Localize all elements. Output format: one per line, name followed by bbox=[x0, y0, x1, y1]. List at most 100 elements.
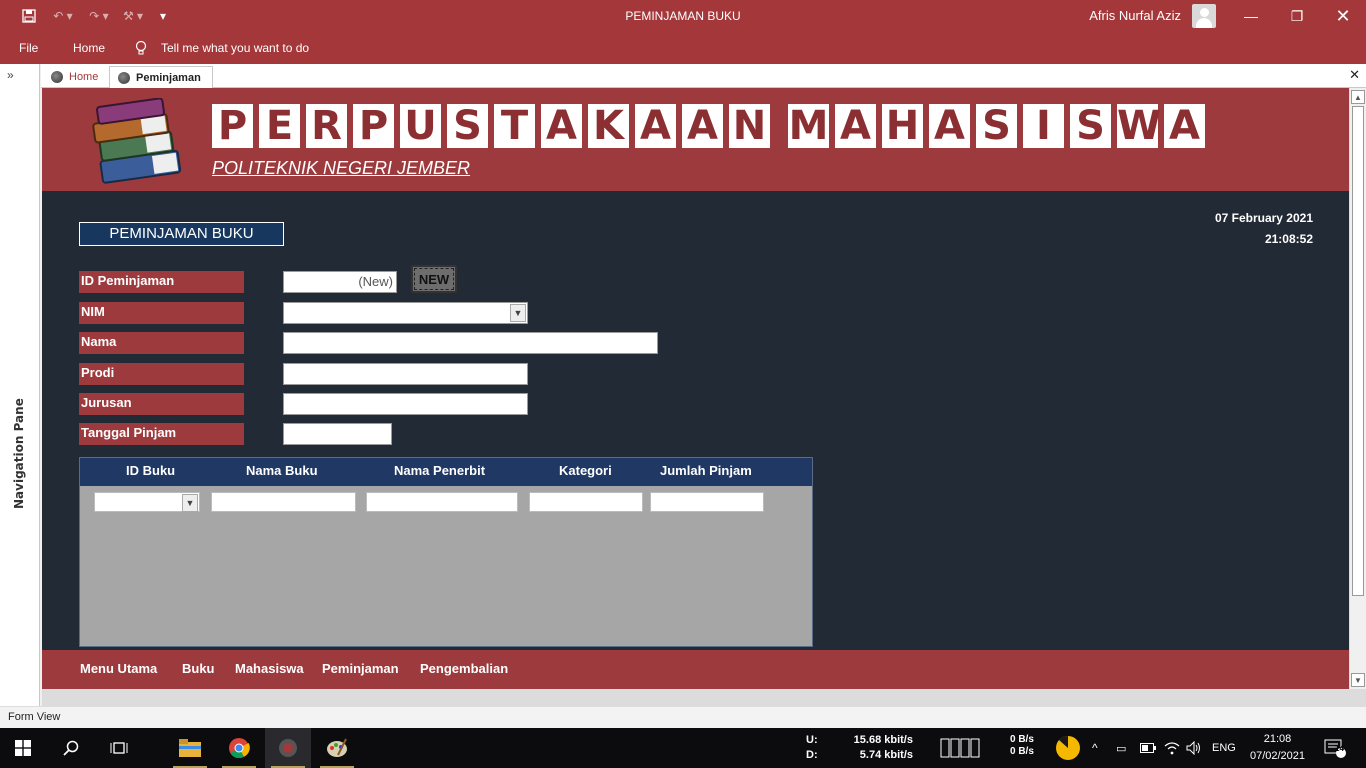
view-mode: Form View bbox=[8, 711, 61, 723]
nav-mahasiswa[interactable]: Mahasiswa bbox=[235, 661, 304, 676]
nim-combobox[interactable]: ▼ bbox=[283, 302, 528, 324]
form-area: PERPUSTAKAAN MAHASISWA POLITEKNIK NEGERI… bbox=[42, 88, 1349, 689]
doc-tab-label: Peminjaman bbox=[136, 71, 201, 84]
disk-speed: 0 B/s 0 B/s bbox=[1010, 734, 1034, 758]
label-nim: NIM bbox=[79, 302, 244, 324]
column-jumlah-pinjam: Jumlah Pinjam bbox=[660, 463, 752, 478]
label-jurusan: Jurusan bbox=[79, 393, 244, 415]
nama-buku-field[interactable] bbox=[211, 492, 356, 512]
tab-home[interactable]: Home bbox=[73, 32, 105, 64]
library-subtitle: POLITEKNIK NEGERI JEMBER bbox=[212, 158, 471, 178]
battery-icon[interactable] bbox=[1140, 728, 1156, 768]
volume-icon[interactable] bbox=[1186, 728, 1202, 768]
upload-speed: 15.68 kbit/s bbox=[853, 734, 913, 746]
nav-peminjaman[interactable]: Peminjaman bbox=[322, 661, 399, 676]
nav-pengembalian[interactable]: Pengembalian bbox=[420, 661, 508, 676]
doc-tab-peminjaman[interactable]: Peminjaman bbox=[109, 66, 213, 88]
nav-buku[interactable]: Buku bbox=[182, 661, 215, 676]
label-prodi: Prodi bbox=[79, 363, 244, 385]
status-bar: Form View bbox=[0, 706, 1366, 728]
scroll-thumb[interactable] bbox=[1352, 106, 1364, 596]
scroll-up-icon[interactable]: ▲ bbox=[1351, 90, 1365, 104]
lightbulb-icon[interactable] bbox=[135, 32, 147, 68]
access-app-icon[interactable] bbox=[265, 728, 311, 768]
scroll-down-icon[interactable]: ▼ bbox=[1351, 673, 1365, 687]
windows-start-icon[interactable] bbox=[0, 728, 46, 768]
vertical-scrollbar[interactable]: ▲ ▼ bbox=[1349, 88, 1366, 689]
title-bar: ↶ ▾ ↷ ▾ ⚒ ▾ ▾ PEMINJAMAN BUKU Afris Nurf… bbox=[0, 0, 1366, 32]
book-subform: ID Buku Nama Buku Nama Penerbit Kategori… bbox=[79, 457, 813, 647]
download-label: D: bbox=[806, 749, 818, 761]
disk-up: 0 B/s bbox=[1010, 734, 1034, 745]
avatar[interactable] bbox=[1192, 4, 1216, 28]
close-button[interactable]: ✕ bbox=[1320, 0, 1366, 32]
header-band: PERPUSTAKAAN MAHASISWA POLITEKNIK NEGERI… bbox=[42, 88, 1349, 191]
file-explorer-icon[interactable] bbox=[167, 728, 213, 768]
current-date: 07 February 2021 bbox=[1214, 211, 1313, 225]
jurusan-field[interactable] bbox=[283, 393, 528, 415]
task-view-icon[interactable] bbox=[96, 728, 142, 768]
column-kategori: Kategori bbox=[559, 463, 612, 478]
label-id-peminjaman: ID Peminjaman bbox=[79, 271, 244, 293]
id-peminjaman-field[interactable]: (New) bbox=[283, 271, 397, 293]
chrome-icon[interactable] bbox=[216, 728, 262, 768]
meet-now-icon[interactable]: ▭ bbox=[1116, 728, 1126, 768]
user-name[interactable]: Afris Nurfal Aziz bbox=[1089, 0, 1181, 32]
form-icon bbox=[51, 71, 63, 83]
doc-tab-home[interactable]: Home bbox=[43, 66, 106, 88]
disk-down: 0 B/s bbox=[1010, 746, 1034, 757]
footer-nav: Menu Utama Buku Mahasiswa Peminjaman Pen… bbox=[42, 650, 1349, 689]
form-title: PEMINJAMAN BUKU bbox=[79, 222, 284, 246]
clock[interactable]: 21:08 07/02/2021 bbox=[1240, 731, 1315, 765]
download-speed: 5.74 kbit/s bbox=[859, 749, 913, 761]
document-tabs: Home Peminjaman ✕ bbox=[41, 64, 1366, 88]
clock-time: 21:08 bbox=[1263, 733, 1292, 745]
tanggal-pinjam-field[interactable] bbox=[283, 423, 392, 445]
tell-me-search[interactable]: Tell me what you want to do bbox=[161, 32, 309, 64]
tab-file[interactable]: File bbox=[19, 32, 38, 64]
label-nama: Nama bbox=[79, 332, 244, 354]
label-tanggal-pinjam: Tanggal Pinjam bbox=[79, 423, 244, 445]
navigation-pane-label[interactable]: Navigation Pane bbox=[12, 398, 26, 509]
new-button[interactable]: NEW bbox=[411, 265, 457, 293]
nama-field[interactable] bbox=[283, 332, 658, 354]
search-icon[interactable] bbox=[48, 728, 94, 768]
library-title: PERPUSTAKAAN MAHASISWA bbox=[212, 104, 1205, 148]
wifi-icon[interactable] bbox=[1164, 728, 1180, 768]
column-nama-penerbit: Nama Penerbit bbox=[394, 463, 486, 478]
minimize-button[interactable]: — bbox=[1228, 0, 1274, 32]
date-time: 07 February 2021 21:08:52 bbox=[1215, 208, 1313, 250]
chevron-down-icon[interactable]: ▼ bbox=[182, 494, 198, 512]
form-bottom-strip bbox=[42, 689, 1366, 706]
chevron-down-icon[interactable]: ▼ bbox=[510, 304, 526, 322]
prodi-field[interactable] bbox=[283, 363, 528, 385]
clock-date: 07/02/2021 bbox=[1249, 750, 1306, 762]
kategori-field[interactable] bbox=[529, 492, 643, 512]
current-time: 21:08:52 bbox=[1264, 232, 1313, 246]
doc-tab-label: Home bbox=[69, 71, 99, 83]
network-speed: U: D: 15.68 kbit/s 5.74 kbit/s bbox=[806, 733, 913, 763]
jumlah-pinjam-field[interactable] bbox=[650, 492, 764, 512]
id-buku-combobox[interactable]: ▼ bbox=[94, 492, 200, 512]
cpu-meter-icon[interactable] bbox=[940, 728, 982, 768]
nama-penerbit-field[interactable] bbox=[366, 492, 518, 512]
navigation-pane[interactable]: » Navigation Pane bbox=[0, 64, 40, 706]
subform-header: ID Buku Nama Buku Nama Penerbit Kategori… bbox=[80, 458, 812, 486]
books-logo-icon bbox=[92, 98, 182, 184]
language-indicator[interactable]: ENG bbox=[1212, 728, 1236, 768]
ribbon-tabs: File Home Tell me what you want to do bbox=[0, 32, 1366, 64]
column-id-buku: ID Buku bbox=[126, 463, 176, 478]
paint-app-icon[interactable] bbox=[314, 728, 360, 768]
pie-meter-icon[interactable] bbox=[1055, 728, 1081, 768]
column-nama-buku: Nama Buku bbox=[246, 463, 318, 478]
upload-label: U: bbox=[806, 734, 818, 746]
notification-count: 14 bbox=[1335, 744, 1344, 753]
close-document-icon[interactable]: ✕ bbox=[1349, 67, 1360, 83]
notification-center-icon[interactable]: 14 bbox=[1324, 728, 1346, 768]
nav-menu-utama[interactable]: Menu Utama bbox=[80, 661, 157, 676]
chevron-up-icon[interactable]: ^ bbox=[1092, 728, 1098, 768]
expand-chevron-icon[interactable]: » bbox=[7, 68, 14, 82]
taskbar: U: D: 15.68 kbit/s 5.74 kbit/s 0 B/s 0 B… bbox=[0, 728, 1366, 768]
restore-button[interactable]: ❐ bbox=[1274, 0, 1320, 32]
id-peminjaman-value: (New) bbox=[358, 274, 393, 289]
